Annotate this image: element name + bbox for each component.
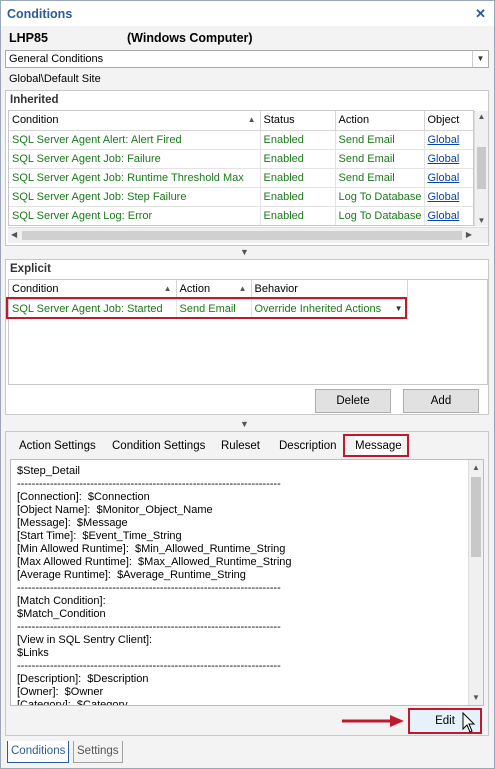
delete-button[interactable]: Delete [315, 389, 391, 413]
path-label: Global\Default Site [9, 73, 101, 85]
scroll-up-icon[interactable]: ▲ [469, 463, 483, 472]
message-tab-highlight [343, 434, 409, 457]
table-cell: Send Email [335, 168, 425, 188]
condition-type-value: General Conditions [9, 53, 104, 65]
table-cell: Send Email [335, 149, 425, 169]
scroll-thumb[interactable] [471, 477, 481, 557]
table-cell: Enabled [260, 168, 336, 188]
column-header-label: Status [263, 114, 295, 127]
target-type: (Windows Computer) [127, 31, 253, 45]
target-name: LHP85 [9, 31, 48, 45]
inherited-vscrollbar[interactable]: ▲ ▼ [474, 111, 488, 226]
object-link[interactable]: Global [424, 149, 473, 169]
bottom-tab-conditions[interactable]: Conditions [7, 741, 70, 763]
column-header[interactable]: Status [260, 111, 336, 131]
scroll-down-icon[interactable]: ▼ [475, 216, 488, 225]
column-header-label: Condition [12, 283, 59, 296]
close-icon[interactable]: ✕ [475, 6, 486, 22]
column-header-label: Object [427, 114, 460, 127]
inherited-title: Inherited [10, 94, 59, 106]
inherited-section: Inherited Condition ▲ Status Action Object S… [5, 90, 489, 246]
table-row[interactable]: SQL Server Agent Job: Step Failure Enable… [9, 187, 473, 207]
message-vscrollbar[interactable]: ▲ ▼ [468, 460, 483, 705]
explicit-grid[interactable]: Condition ▲ Action ▲ Behavior SQL Server Age… [8, 279, 488, 385]
column-header[interactable]: Action [335, 111, 425, 131]
sort-icon: ▲ [163, 284, 172, 293]
sort-icon: ▲ [238, 284, 247, 293]
inherited-grid[interactable]: Condition ▲ Status Action Object SQL Server … [8, 110, 474, 226]
table-row[interactable]: SQL Server Agent Alert: Alert Fired Enabl… [9, 130, 473, 150]
sort-icon: ▲ [247, 115, 256, 124]
scroll-right-icon[interactable]: ▶ [466, 230, 472, 239]
object-link[interactable]: Global [424, 187, 473, 207]
splitter-chevron-icon[interactable]: ▼ [240, 247, 249, 257]
object-link[interactable]: Global [424, 206, 473, 225]
splitter-chevron-icon[interactable]: ▼ [240, 419, 249, 429]
table-cell: SQL Server Agent Alert: Alert Fired [9, 130, 261, 150]
column-header[interactable]: Condition ▲ [9, 111, 261, 131]
table-row[interactable]: SQL Server Agent Job: Failure Enabled Send… [9, 149, 473, 169]
table-cell: SQL Server Agent Log: Error [9, 206, 261, 225]
tab-description[interactable]: Description [279, 436, 337, 456]
inherited-hscrollbar[interactable]: ◀ ▶ [8, 227, 488, 243]
window-titlebar: Conditions ✕ [0, 0, 495, 26]
scroll-left-icon[interactable]: ◀ [11, 230, 17, 239]
tab-action-settings[interactable]: Action Settings [19, 436, 96, 456]
scroll-thumb[interactable] [477, 147, 486, 189]
object-link[interactable]: Global [424, 168, 473, 188]
column-header-label: Behavior [254, 283, 298, 296]
mouse-cursor-icon [462, 712, 476, 733]
column-header-label: Action [338, 114, 370, 127]
column-header[interactable]: Object [424, 111, 473, 131]
inherited-table: Condition ▲ Status Action Object SQL Server … [9, 111, 473, 225]
scroll-down-icon[interactable]: ▼ [469, 693, 483, 702]
table-cell: SQL Server Agent Job: Failure [9, 149, 261, 169]
table-cell: SQL Server Agent Job: Runtime Threshold … [9, 168, 261, 188]
arrow-annotation-icon [342, 715, 404, 727]
table-cell: Send Email [335, 130, 425, 150]
explicit-section: Explicit Condition ▲ Action ▲ Behavior SQL S… [5, 259, 489, 415]
object-link[interactable]: Global [424, 130, 473, 150]
condition-type-select[interactable]: General Conditions ▼ [5, 50, 489, 68]
tab-condition-settings[interactable]: Condition Settings [112, 436, 205, 456]
table-cell: Log To Database [335, 206, 425, 225]
column-header-label: Action [179, 283, 211, 296]
table-cell: Enabled [260, 149, 336, 169]
table-row[interactable]: SQL Server Agent Job: Runtime Threshold … [9, 168, 473, 188]
explicit-title: Explicit [10, 263, 51, 275]
table-cell: SQL Server Agent Job: Step Failure [9, 187, 261, 207]
window-title: Conditions [7, 7, 73, 21]
message-text[interactable]: $Step_Detail ---------------------------… [11, 460, 483, 705]
scroll-up-icon[interactable]: ▲ [475, 112, 488, 121]
message-editor[interactable]: $Step_Detail ---------------------------… [10, 459, 484, 706]
add-button[interactable]: Add [403, 389, 479, 413]
table-cell: Enabled [260, 130, 336, 150]
table-cell: Enabled [260, 206, 336, 225]
table-row[interactable]: SQL Server Agent Log: Error Enabled Log To… [9, 206, 473, 225]
table-cell: Log To Database [335, 187, 425, 207]
bottom-tab-settings[interactable]: Settings [73, 741, 123, 763]
table-cell: Enabled [260, 187, 336, 207]
scroll-thumb[interactable] [22, 231, 462, 240]
column-header-label: Condition [12, 114, 59, 127]
tab-ruleset[interactable]: Ruleset [221, 436, 260, 456]
explicit-row-highlight [6, 297, 407, 319]
chevron-down-icon[interactable]: ▼ [472, 51, 488, 67]
